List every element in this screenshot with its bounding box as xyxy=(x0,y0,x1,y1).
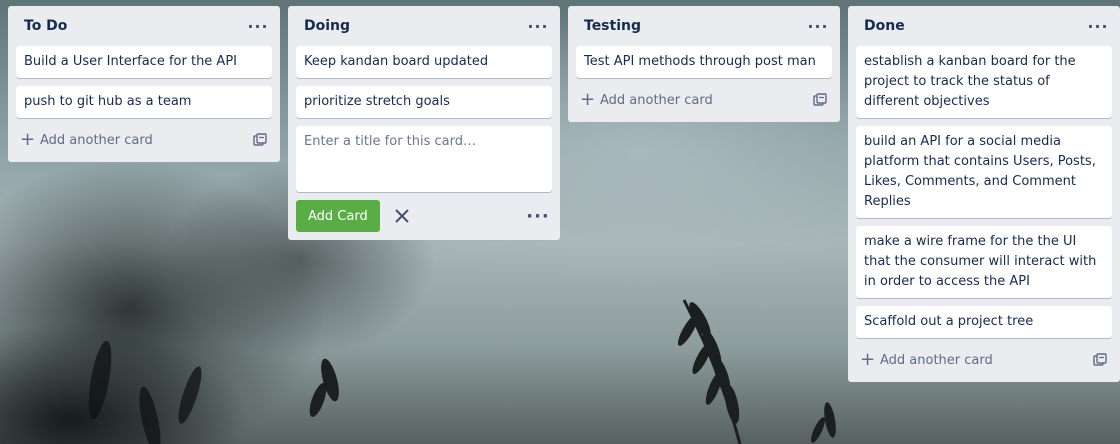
ellipsis-icon[interactable]: ··· xyxy=(244,12,272,40)
card[interactable]: Keep kandan board updated xyxy=(296,46,552,78)
new-card-title-input[interactable] xyxy=(304,132,544,186)
add-card-row[interactable]: + Add another card xyxy=(16,126,272,154)
list-title[interactable]: To Do xyxy=(24,18,67,34)
list-done: Done ··· establish a kanban board for th… xyxy=(848,6,1120,382)
list-title[interactable]: Doing xyxy=(304,18,350,34)
card[interactable]: make a wire frame for the the UI that th… xyxy=(856,226,1112,298)
add-card-label: Add another card xyxy=(40,132,153,148)
plus-icon: + xyxy=(860,349,876,370)
list-title[interactable]: Testing xyxy=(584,18,641,34)
card-template-icon[interactable] xyxy=(812,92,828,108)
list-testing: Testing ··· Test API methods through pos… xyxy=(568,6,840,122)
add-card-button[interactable]: Add Card xyxy=(296,200,380,232)
list-doing: Doing ··· Keep kandan board updated prio… xyxy=(288,6,560,240)
card-template-icon[interactable] xyxy=(1092,352,1108,368)
card-template-icon[interactable] xyxy=(252,132,268,148)
list-title[interactable]: Done xyxy=(864,18,905,34)
add-card-label: Add another card xyxy=(880,352,993,368)
add-card-label: Add another card xyxy=(600,92,713,108)
list-header: Doing ··· xyxy=(296,6,552,46)
list-header: Done ··· xyxy=(856,6,1112,46)
ellipsis-icon[interactable]: ··· xyxy=(524,202,552,230)
ellipsis-icon[interactable]: ··· xyxy=(1084,12,1112,40)
close-icon[interactable] xyxy=(390,204,414,228)
list-todo: To Do ··· Build a User Interface for the… xyxy=(8,6,280,162)
plus-icon: + xyxy=(20,129,36,150)
card[interactable]: Test API methods through post man xyxy=(576,46,832,78)
ellipsis-icon[interactable]: ··· xyxy=(804,12,832,40)
card[interactable]: push to git hub as a team xyxy=(16,86,272,118)
card[interactable]: establish a kanban board for the project… xyxy=(856,46,1112,118)
list-header: To Do ··· xyxy=(16,6,272,46)
add-card-row[interactable]: + Add another card xyxy=(856,346,1112,374)
list-header: Testing ··· xyxy=(576,6,832,46)
card[interactable]: build an API for a social media platform… xyxy=(856,126,1112,218)
card[interactable]: prioritize stretch goals xyxy=(296,86,552,118)
add-card-row[interactable]: + Add another card xyxy=(576,86,832,114)
new-card-composer xyxy=(296,126,552,192)
card[interactable]: Build a User Interface for the API xyxy=(16,46,272,78)
ellipsis-icon[interactable]: ··· xyxy=(524,12,552,40)
plus-icon: + xyxy=(580,89,596,110)
composer-controls: Add Card ··· xyxy=(296,200,552,232)
card[interactable]: Scaffold out a project tree xyxy=(856,306,1112,338)
